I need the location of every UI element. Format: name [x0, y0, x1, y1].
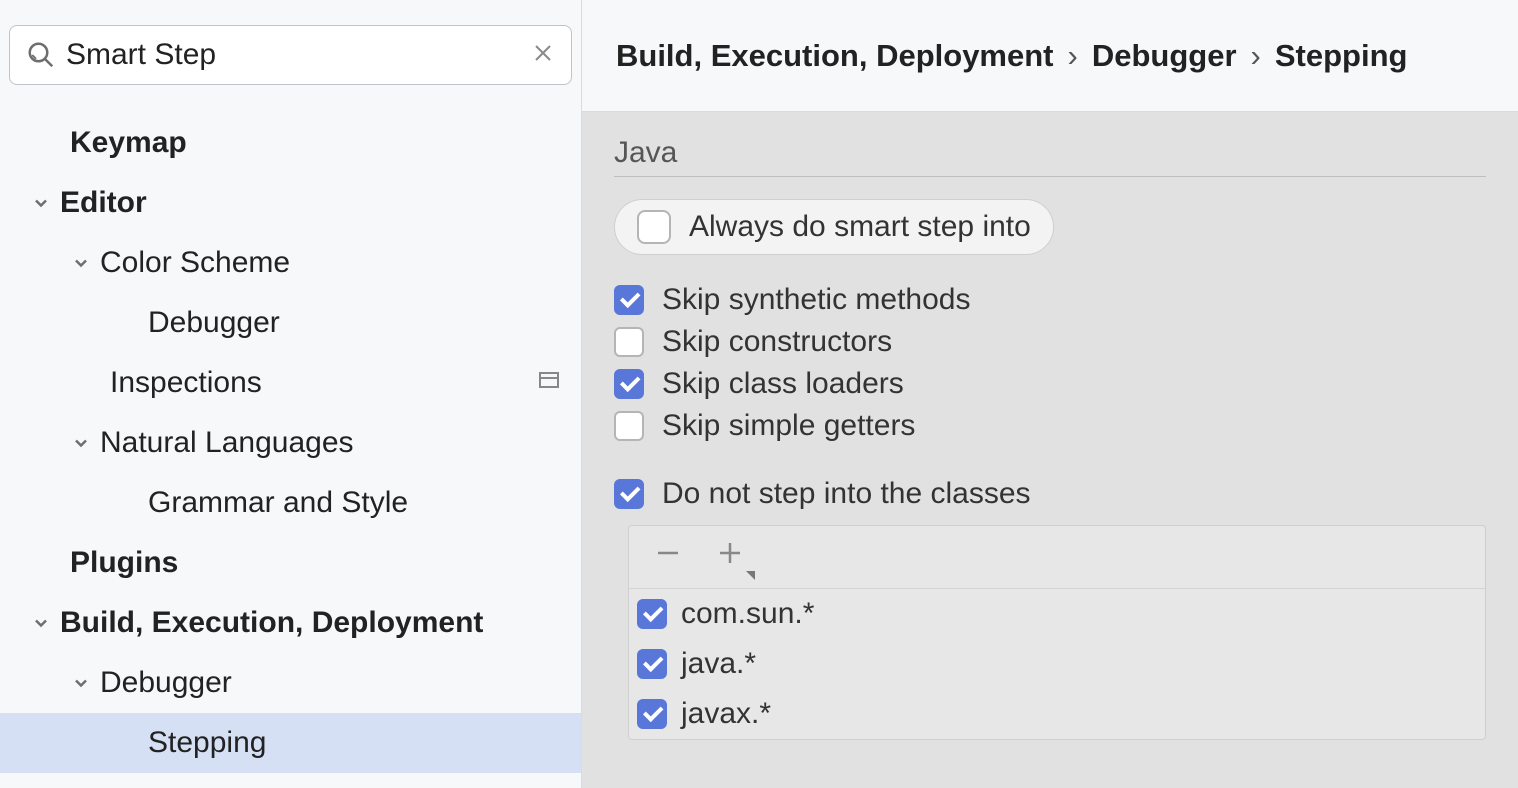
tree-item-color-scheme[interactable]: Color Scheme [0, 233, 581, 293]
tree-label: Inspections [110, 366, 537, 400]
chevron-down-icon[interactable] [70, 672, 92, 694]
class-filter-item[interactable]: javax.* [629, 689, 1485, 739]
class-filter-list: com.sun.* java.* javax.* [628, 525, 1486, 740]
option-label: Always do smart step into [689, 210, 1031, 244]
tree-item-bed[interactable]: Build, Execution, Deployment [0, 593, 581, 653]
checkbox[interactable] [614, 285, 644, 315]
option-skip-simple-getters[interactable]: Skip simple getters [614, 409, 1486, 443]
search-box[interactable] [9, 25, 572, 85]
section-header-java: Java [614, 136, 1486, 177]
option-skip-synthetic[interactable]: Skip synthetic methods [614, 283, 1486, 317]
tree-label: Debugger [148, 306, 561, 340]
checkbox[interactable] [637, 210, 671, 244]
search-icon [26, 40, 56, 70]
search-container [0, 0, 581, 93]
tree-label: Grammar and Style [148, 486, 561, 520]
class-filter-item[interactable]: com.sun.* [629, 589, 1485, 639]
option-always-smart-step[interactable]: Always do smart step into [614, 199, 1054, 255]
checkbox[interactable] [614, 411, 644, 441]
search-input[interactable] [56, 38, 531, 72]
settings-scope-icon [537, 366, 561, 400]
tree-label: Build, Execution, Deployment [60, 606, 561, 640]
tree-item-debugger[interactable]: Debugger [0, 653, 581, 713]
chevron-down-icon[interactable] [30, 192, 52, 214]
checkbox[interactable] [614, 479, 644, 509]
option-label: Do not step into the classes [662, 477, 1031, 511]
settings-window: Keymap Editor Color Scheme Debugger Insp… [0, 0, 1518, 788]
settings-content: Java Always do smart step into Skip synt… [582, 112, 1518, 788]
breadcrumb-item[interactable]: Stepping [1275, 38, 1408, 74]
tree-label: Keymap [70, 126, 561, 160]
class-pattern: com.sun.* [681, 597, 814, 631]
tree-item-keymap[interactable]: Keymap [0, 113, 581, 173]
tree-item-plugins[interactable]: Plugins [0, 533, 581, 593]
checkbox[interactable] [614, 327, 644, 357]
option-label: Skip constructors [662, 325, 892, 359]
class-pattern: javax.* [681, 697, 771, 731]
checkbox[interactable] [614, 369, 644, 399]
clear-search-icon[interactable] [531, 41, 555, 70]
tree-label: Debugger [100, 666, 561, 700]
checkbox[interactable] [637, 599, 667, 629]
option-label: Skip simple getters [662, 409, 915, 443]
checkbox[interactable] [637, 649, 667, 679]
option-skip-constructors[interactable]: Skip constructors [614, 325, 1486, 359]
tree-item-editor[interactable]: Editor [0, 173, 581, 233]
add-button[interactable] [715, 538, 745, 576]
remove-button[interactable] [653, 538, 683, 576]
option-skip-class-loaders[interactable]: Skip class loaders [614, 367, 1486, 401]
breadcrumb: Build, Execution, Deployment › Debugger … [582, 0, 1518, 112]
checkbox[interactable] [637, 699, 667, 729]
breadcrumb-separator: › [1068, 38, 1078, 74]
settings-main: Build, Execution, Deployment › Debugger … [582, 0, 1518, 788]
option-do-not-step-into[interactable]: Do not step into the classes [614, 477, 1486, 511]
class-filter-item[interactable]: java.* [629, 639, 1485, 689]
settings-tree: Keymap Editor Color Scheme Debugger Insp… [0, 93, 581, 773]
class-list-toolbar [629, 526, 1485, 589]
class-pattern: java.* [681, 647, 756, 681]
tree-item-natural-languages[interactable]: Natural Languages [0, 413, 581, 473]
tree-label: Editor [60, 186, 561, 220]
breadcrumb-item[interactable]: Debugger [1092, 38, 1237, 74]
option-label: Skip class loaders [662, 367, 904, 401]
tree-item-inspections[interactable]: Inspections [0, 353, 581, 413]
breadcrumb-separator: › [1251, 38, 1261, 74]
tree-item-grammar-style[interactable]: Grammar and Style [0, 473, 581, 533]
tree-label: Plugins [70, 546, 561, 580]
tree-label: Color Scheme [100, 246, 561, 280]
chevron-down-icon[interactable] [70, 252, 92, 274]
chevron-down-icon[interactable] [30, 612, 52, 634]
option-label: Skip synthetic methods [662, 283, 970, 317]
breadcrumb-item[interactable]: Build, Execution, Deployment [616, 38, 1054, 74]
settings-sidebar: Keymap Editor Color Scheme Debugger Insp… [0, 0, 582, 788]
tree-label: Natural Languages [100, 426, 561, 460]
tree-label: Stepping [148, 726, 561, 760]
chevron-down-icon[interactable] [70, 432, 92, 454]
tree-item-stepping[interactable]: Stepping [0, 713, 581, 773]
tree-item-cs-debugger[interactable]: Debugger [0, 293, 581, 353]
